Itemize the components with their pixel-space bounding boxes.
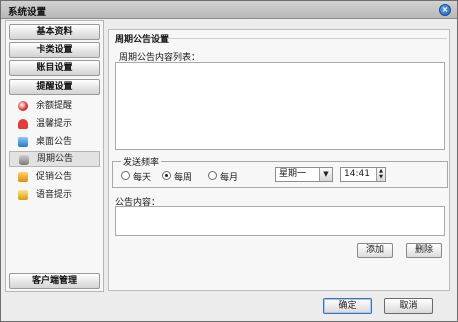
sidebar-item-balance-reminder[interactable]: 余额提醒 (9, 98, 100, 114)
delete-button[interactable]: 删除 (406, 243, 442, 258)
sidebar-section-account-settings[interactable]: 账目设置 (9, 60, 100, 76)
chevron-down-icon[interactable]: ▼ (319, 168, 332, 181)
sidebar-item-label: 周期公告 (37, 154, 74, 164)
weekday-select[interactable]: 星期一 ▼ (275, 167, 333, 182)
frequency-group: 发送频率 每天 每周 每月 星期一 ▼ 14:41 ▲ ▼ (112, 155, 448, 188)
sidebar-section-reminder-settings[interactable]: 提醒设置 (9, 79, 100, 95)
sidebar-item-label: 温馨提示 (36, 119, 73, 129)
sidebar-item-voice-tips[interactable]: 语音提示 (9, 187, 100, 203)
sidebar-item-label: 语音提示 (36, 190, 73, 200)
weekday-value: 星期一 (279, 169, 307, 179)
add-button[interactable]: 添加 (357, 243, 393, 258)
radio-monthly[interactable] (208, 171, 217, 180)
chat-icon (19, 155, 29, 165)
frequency-legend: 发送频率 (121, 155, 162, 168)
sidebar-section-card-settings[interactable]: 卡类设置 (9, 42, 100, 58)
radio-weekly-label[interactable]: 每周 (174, 170, 192, 183)
sidebar-item-label: 余额提醒 (36, 101, 73, 111)
cancel-button[interactable]: 取消 (384, 298, 433, 314)
radio-weekly[interactable] (162, 171, 171, 180)
sidebar-item-promo-notice[interactable]: 促销公告 (9, 169, 100, 185)
spinner-icon[interactable]: ▲ ▼ (376, 168, 385, 181)
sidebar-section-client-management[interactable]: 客户端管理 (9, 273, 100, 289)
desktop-icon (18, 137, 28, 147)
ok-button[interactable]: 确定 (323, 298, 372, 314)
voice-icon (18, 190, 28, 200)
sidebar-item-periodic-notice[interactable]: 周期公告 (9, 151, 100, 167)
sidebar-item-desktop-notice[interactable]: 桌面公告 (9, 134, 100, 150)
main-panel: 周期公告设置 周期公告内容列表： 发送频率 每天 每周 每月 星期一 ▼ 14:… (108, 29, 450, 291)
settings-window: 系统设置 × 基本资料 卡类设置 账目设置 提醒设置 余额提醒 温馨提示 桌面公… (0, 0, 458, 322)
sidebar-item-label: 促销公告 (36, 172, 73, 182)
notice-list[interactable] (115, 62, 445, 150)
radio-daily-label[interactable]: 每天 (133, 170, 151, 183)
content-textarea[interactable] (115, 206, 445, 236)
sidebar-item-warm-tips[interactable]: 温馨提示 (9, 116, 100, 132)
time-value: 14:41 (344, 169, 370, 179)
time-picker[interactable]: 14:41 ▲ ▼ (340, 167, 386, 182)
sidebar-section-basic-info[interactable]: 基本资料 (9, 24, 100, 40)
radio-daily[interactable] (121, 171, 130, 180)
window-title: 系统设置 (8, 7, 47, 18)
coin-icon (18, 101, 28, 111)
sidebar: 基本资料 卡类设置 账目设置 提醒设置 余额提醒 温馨提示 桌面公告 周期公告 … (5, 20, 104, 292)
title-bar: 系统设置 × (1, 1, 457, 19)
close-icon[interactable]: × (439, 4, 451, 16)
panel-title: 周期公告设置 (115, 35, 170, 45)
divider (167, 38, 447, 39)
radio-monthly-label[interactable]: 每月 (220, 170, 238, 183)
gift-icon (18, 172, 28, 182)
sidebar-item-label: 桌面公告 (36, 137, 73, 147)
heart-icon (18, 119, 28, 129)
